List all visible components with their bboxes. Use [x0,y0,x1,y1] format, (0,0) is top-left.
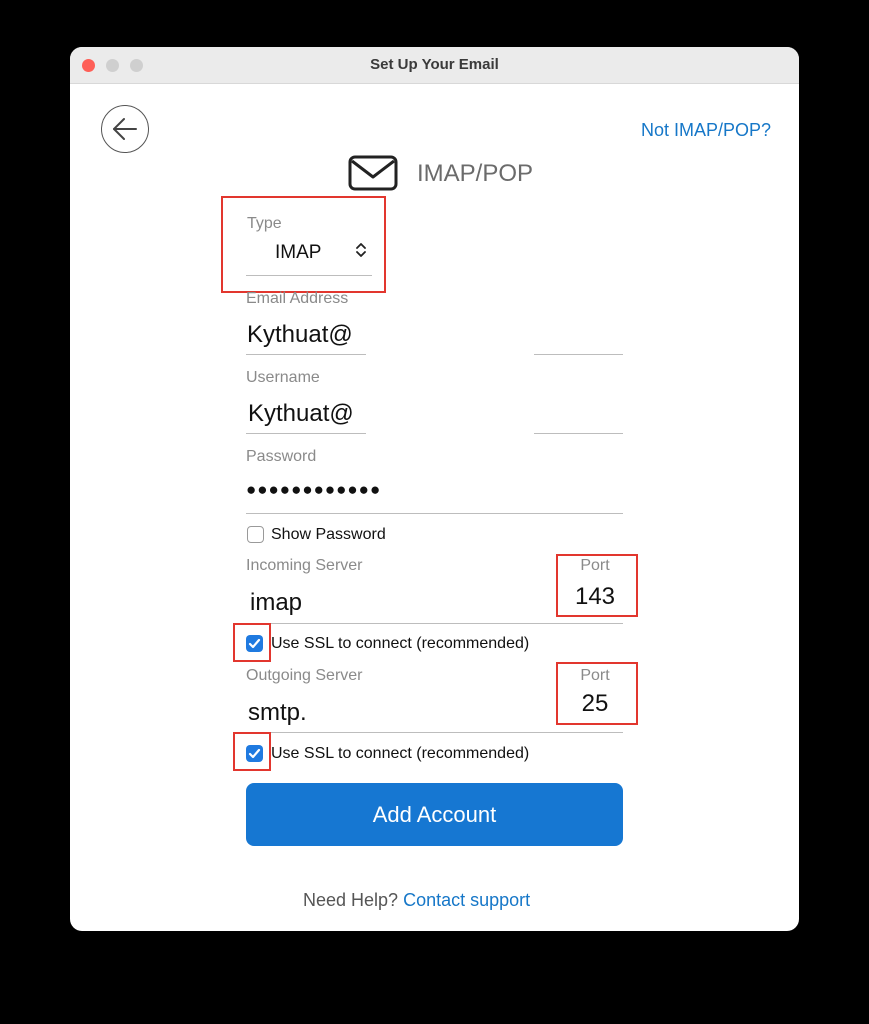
incoming-underline [246,623,623,624]
username-label: Username [246,369,320,386]
email-underline-left [246,354,366,355]
incoming-server-field[interactable]: imap [250,589,302,617]
outgoing-underline [246,732,623,733]
back-button[interactable] [101,105,149,153]
show-password-checkbox[interactable] [247,526,264,543]
contact-support-link[interactable]: Contact support [403,890,530,910]
email-label: Email Address [246,290,349,307]
setup-email-window: Set Up Your Email Not IMAP/POP? IMAP/POP… [70,47,799,931]
help-footer: Need Help? Contact support [303,890,530,911]
outgoing-port-highlight-box [556,662,638,725]
outgoing-ssl-label: Use SSL to connect (recommended) [271,745,530,762]
mail-icon [348,155,398,191]
email-field[interactable]: Kythuat@ [247,321,353,349]
outgoing-server-field[interactable]: smtp. [248,699,307,727]
username-underline-left [246,433,366,434]
incoming-port-highlight-box [556,554,638,617]
password-label: Password [246,448,317,465]
type-highlight-box [221,196,386,293]
back-arrow-icon [113,118,137,140]
outgoing-ssl-highlight-box [233,732,271,771]
username-underline-right [534,433,623,434]
show-password-label: Show Password [271,526,386,543]
help-text: Need Help? [303,890,399,910]
incoming-ssl-highlight-box [233,623,271,662]
outgoing-server-label: Outgoing Server [246,667,363,684]
password-underline [246,513,623,514]
incoming-server-label: Incoming Server [246,557,363,574]
password-field[interactable]: ●●●●●●●●●●●● [246,480,381,500]
username-field[interactable]: Kythuat@ [248,400,354,428]
account-type-heading: IMAP/POP [417,160,534,187]
not-imap-pop-link[interactable]: Not IMAP/POP? [641,120,771,141]
email-underline-right [534,354,623,355]
title-bar: Set Up Your Email [70,47,799,84]
add-account-button[interactable]: Add Account [246,783,623,846]
incoming-ssl-label: Use SSL to connect (recommended) [271,635,530,652]
window-title: Set Up Your Email [370,56,499,73]
